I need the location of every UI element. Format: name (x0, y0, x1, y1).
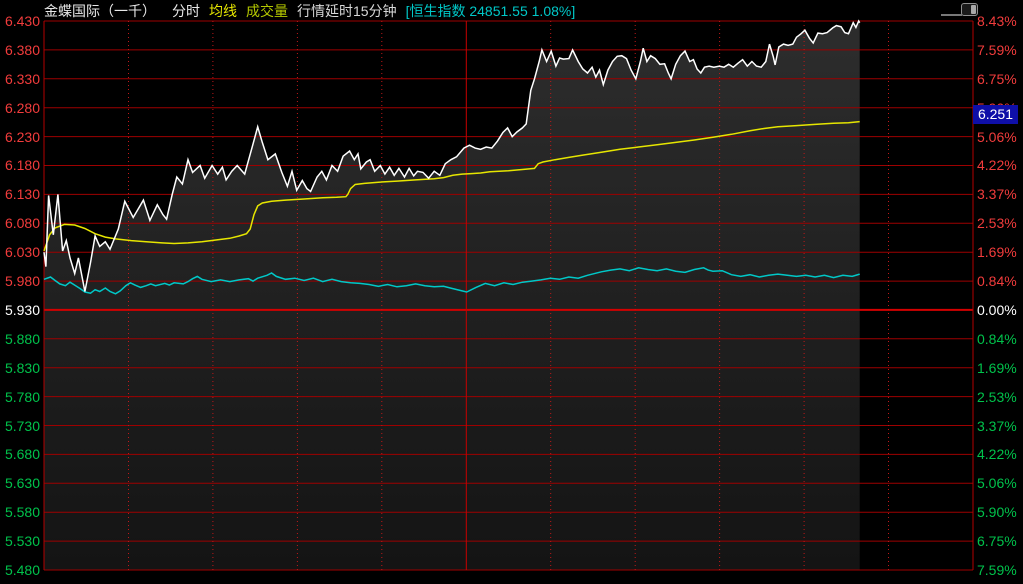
price-axis-label: 6.230 (0, 128, 40, 146)
price-axis-label: 5.480 (0, 561, 40, 579)
price-axis-label: 5.730 (0, 417, 40, 435)
price-axis-label: 5.680 (0, 445, 40, 463)
pct-axis-label: 1.69% (977, 359, 1023, 377)
pct-axis-label: 4.22% (977, 156, 1023, 174)
pct-axis-label: 0.00% (977, 301, 1023, 319)
pct-axis-label: 3.37% (977, 417, 1023, 435)
pct-axis-label: 8.43% (977, 12, 1023, 30)
chart-header: 金蝶国际（一千） 分时 均线 成交量 行情延时15分钟 [恒生指数 24851.… (44, 1, 575, 20)
price-axis-label: 6.130 (0, 185, 40, 203)
tab-timeline[interactable]: 分时 (172, 1, 200, 21)
toggle-divider (941, 14, 962, 16)
price-axis-label: 6.030 (0, 243, 40, 261)
pct-axis-label: 6.75% (977, 70, 1023, 88)
pct-axis-label: 5.06% (977, 474, 1023, 492)
pct-axis-label: 0.84% (977, 330, 1023, 348)
price-area-fill (44, 21, 860, 570)
price-axis-label: 5.930 (0, 301, 40, 319)
price-axis-label: 5.580 (0, 503, 40, 521)
pct-axis-label: 2.53% (977, 388, 1023, 406)
price-axis-label: 6.180 (0, 156, 40, 174)
pct-axis-label: 7.59% (977, 561, 1023, 579)
stock-name: 金蝶国际（一千） (44, 1, 156, 21)
pct-axis-label: 0.84% (977, 272, 1023, 290)
pct-axis-label: 2.53% (977, 214, 1023, 232)
price-axis-label: 6.330 (0, 70, 40, 88)
avg-price-badge: 6.251 (973, 105, 1018, 124)
price-axis-label: 5.880 (0, 330, 40, 348)
price-axis-label: 5.530 (0, 532, 40, 550)
pct-axis-label: 7.59% (977, 41, 1023, 59)
pct-axis-label: 6.75% (977, 532, 1023, 550)
price-axis-label: 6.380 (0, 41, 40, 59)
index-ticker[interactable]: [恒生指数 24851.55 1.08%] (406, 1, 576, 21)
price-axis-label: 6.280 (0, 99, 40, 117)
stock-app-screen: 金蝶国际（一千） 分时 均线 成交量 行情延时15分钟 [恒生指数 24851.… (0, 0, 1023, 584)
pct-axis-label: 1.69% (977, 243, 1023, 261)
tab-avg-line[interactable]: 均线 (209, 1, 237, 21)
price-axis-label: 6.430 (0, 12, 40, 30)
price-axis-label: 6.080 (0, 214, 40, 232)
tab-volume[interactable]: 成交量 (246, 1, 288, 21)
pct-axis-label: 4.22% (977, 445, 1023, 463)
price-axis-label: 5.780 (0, 388, 40, 406)
panel-toggle-bar (971, 5, 976, 14)
pct-axis-label: 3.37% (977, 185, 1023, 203)
intraday-chart[interactable] (0, 0, 1023, 584)
panel-toggle-icon[interactable] (961, 3, 978, 16)
price-axis-label: 5.980 (0, 272, 40, 290)
price-axis-label: 5.830 (0, 359, 40, 377)
price-axis-label: 5.630 (0, 474, 40, 492)
pct-axis-label: 5.90% (977, 503, 1023, 521)
pct-axis-label: 5.06% (977, 128, 1023, 146)
delay-notice: 行情延时15分钟 (297, 1, 397, 21)
